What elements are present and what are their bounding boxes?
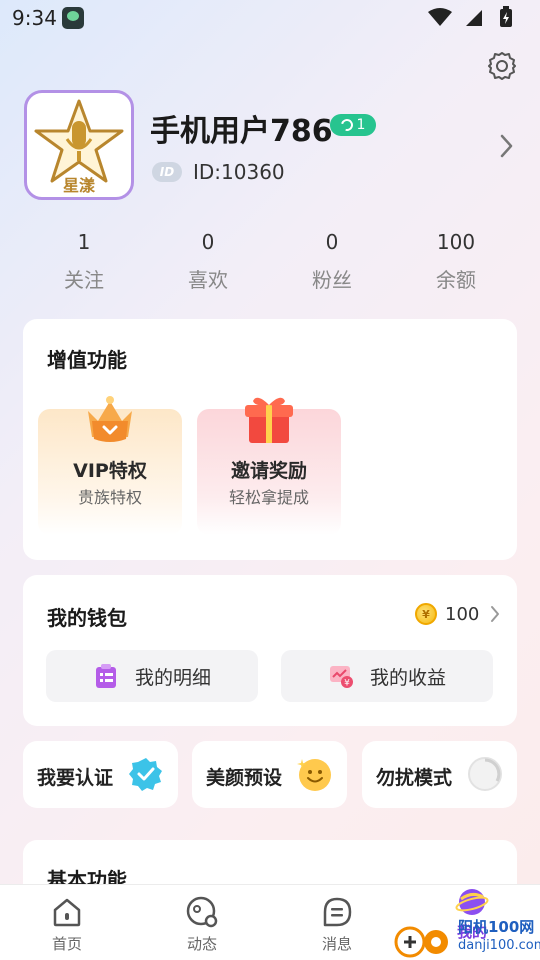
settings-gear-icon[interactable] <box>486 50 518 82</box>
planet-mine-icon <box>455 889 489 915</box>
vip-subtitle: 贵族特权 <box>77 488 142 507</box>
verified-badge-icon <box>129 758 162 791</box>
nav-dynamic-label: 动态 <box>186 935 217 953</box>
avatar[interactable]: 星漾 <box>24 90 134 200</box>
stat-label: 关注 <box>64 268 104 292</box>
income-chart-icon: ¥ <box>329 666 353 689</box>
status-time: 9:34 <box>12 6 57 30</box>
home-icon <box>53 898 81 927</box>
invite-subtitle: 轻松拿提成 <box>228 488 309 507</box>
star-microphone-logo-icon: 星漾 <box>34 99 124 195</box>
watermark: 阳机100网 danji100.com <box>392 916 540 960</box>
profile-chevron-right-icon[interactable] <box>496 132 516 160</box>
message-icon <box>323 897 352 927</box>
nav-home[interactable]: 首页 <box>17 895 117 954</box>
watermark-url: danji100.com <box>458 938 540 953</box>
certification-button[interactable]: 我要认证 <box>23 741 178 808</box>
value-added-title: 增值功能 <box>47 348 127 372</box>
crown-icon <box>88 396 132 442</box>
planet-icon <box>186 896 218 928</box>
stat-label: 粉丝 <box>312 268 352 292</box>
my-income-label: 我的收益 <box>369 666 446 689</box>
system-status-icons <box>428 6 512 27</box>
stat-likes[interactable]: 0 喜欢 <box>146 228 270 298</box>
gift-icon <box>245 397 293 443</box>
signal-icon <box>466 10 482 26</box>
stat-balance[interactable]: 100 余额 <box>394 228 518 298</box>
invite-reward-button[interactable]: 邀请奖励 轻松拿提成 <box>197 397 341 535</box>
username: 手机用户786 <box>150 114 333 149</box>
stat-value: 1 <box>77 230 91 254</box>
coin-icon: ¥ <box>415 603 437 625</box>
stat-label: 喜欢 <box>188 268 228 292</box>
nav-home-label: 首页 <box>51 935 82 953</box>
wallet-balance-value: 100 <box>445 603 480 625</box>
wallet-chevron-right-icon[interactable] <box>489 604 501 624</box>
vip-privilege-button[interactable]: VIP特权 贵族特权 <box>38 396 182 535</box>
vip-title: VIP特权 <box>73 460 147 482</box>
my-details-button[interactable]: 我的明细 <box>46 650 258 702</box>
do-not-disturb-toggle-icon[interactable] <box>466 755 504 793</box>
do-not-disturb-label: 勿扰模式 <box>376 767 453 789</box>
user-id: ID:10360 <box>193 160 285 184</box>
my-details-label: 我的明细 <box>134 666 211 689</box>
stat-fans[interactable]: 0 粉丝 <box>270 228 394 298</box>
wallet-card: 我的钱包 ¥ 100 我的明细 ¥ 我的收益 <box>23 575 517 726</box>
smiley-face-icon <box>297 759 331 791</box>
level-value: 1 <box>356 117 366 133</box>
do-not-disturb-button[interactable]: 勿扰模式 <box>362 741 517 808</box>
svg-text:星漾: 星漾 <box>63 176 96 195</box>
wallet-balance[interactable]: ¥ 100 <box>415 601 479 627</box>
status-bar: 9:34 <box>0 0 540 36</box>
clipboard-list-icon <box>95 664 116 688</box>
stat-label: 余额 <box>436 268 476 292</box>
my-income-button[interactable]: ¥ 我的收益 <box>281 650 493 702</box>
level-badge: 1 <box>330 114 376 136</box>
stat-value: 100 <box>436 230 476 254</box>
beauty-preset-label: 美颜预设 <box>206 767 283 789</box>
stat-value: 0 <box>325 230 339 254</box>
watermark-text: 阳机100网 <box>458 918 535 936</box>
nav-dynamic[interactable]: 动态 <box>152 895 252 954</box>
certification-label: 我要认证 <box>37 767 114 789</box>
stat-value: 0 <box>201 230 215 254</box>
profile-stats: 1 关注 0 喜欢 0 粉丝 100 余额 <box>22 228 518 298</box>
wallet-title: 我的钱包 <box>47 606 127 630</box>
watermark-logo-icon <box>394 926 448 958</box>
invite-title: 邀请奖励 <box>230 460 307 482</box>
nav-message-label: 消息 <box>321 935 352 953</box>
beauty-preset-button[interactable]: 美颜预设 <box>192 741 347 808</box>
svg-text:¥: ¥ <box>344 679 350 689</box>
stat-following[interactable]: 1 关注 <box>22 228 146 298</box>
id-chip: ID <box>152 162 182 182</box>
value-added-card: 增值功能 VIP特权 贵族特权 邀请奖励 轻松拿提成 <box>23 319 517 560</box>
nav-message[interactable]: 消息 <box>287 895 387 954</box>
moon-icon <box>338 116 355 134</box>
wifi-icon <box>428 8 452 26</box>
app-notification-icon <box>62 7 84 29</box>
